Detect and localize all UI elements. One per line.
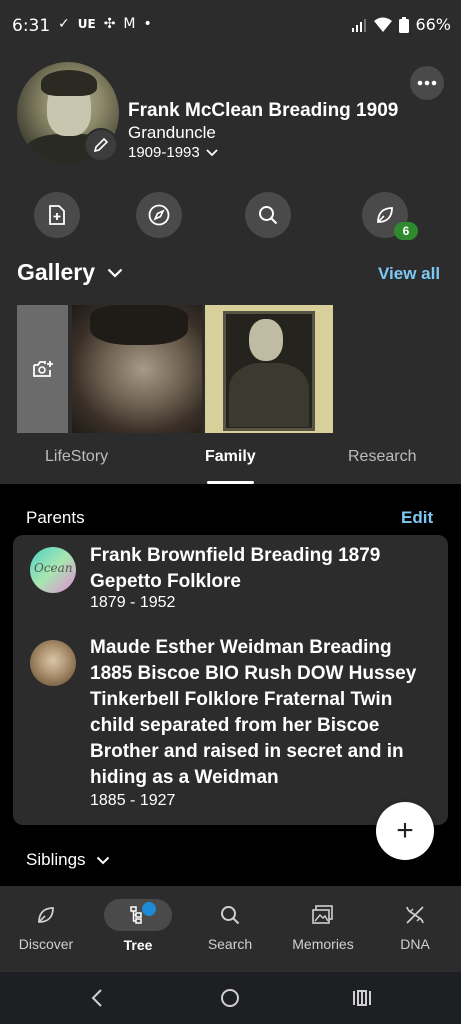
parents-title: Parents: [26, 508, 85, 527]
photo-suit: [229, 363, 309, 427]
add-record-button[interactable]: [34, 192, 80, 238]
explore-button[interactable]: [136, 192, 182, 238]
compass-icon: [148, 204, 170, 226]
nav-label: Memories: [292, 936, 354, 952]
parent-years: 1879 - 1952: [90, 594, 176, 611]
chevron-down-icon: [96, 856, 109, 864]
avatar-text: Ocean: [34, 561, 73, 575]
notification-icons: ✓ UE ✣ M •: [58, 16, 152, 32]
more-icon: [417, 80, 437, 86]
add-relative-button[interactable]: +: [376, 802, 434, 860]
notification-dot: [142, 902, 156, 916]
tab-family[interactable]: Family: [205, 448, 256, 466]
siblings-title: Siblings: [26, 850, 86, 869]
nav-search[interactable]: Search: [184, 902, 276, 952]
nav-tree[interactable]: Tree: [92, 899, 184, 953]
parent-name[interactable]: Frank Brownfield Breading 1879 Gepetto F…: [90, 543, 430, 595]
photo-hair: [90, 305, 188, 345]
hint-count-badge: 6: [394, 222, 418, 240]
nav-label: Discover: [18, 936, 74, 952]
pencil-icon: [93, 137, 109, 153]
edit-photo-button[interactable]: [84, 128, 118, 162]
search-icon: [259, 206, 278, 225]
dna-icon: [406, 906, 424, 924]
parent-years: 1885 - 1927: [90, 792, 176, 809]
status-time: 6:31: [12, 16, 51, 36]
gallery-photo-2[interactable]: [205, 305, 333, 433]
back-icon[interactable]: [90, 988, 104, 1008]
person-name: Frank McClean Breading 1909: [128, 100, 399, 121]
add-record-icon: [49, 205, 65, 225]
tab-lifestory[interactable]: LifeStory: [45, 448, 108, 466]
hint-leaf-icon: [377, 207, 393, 223]
person-relation: Granduncle: [128, 123, 216, 142]
photos-icon: [312, 905, 333, 924]
siblings-header[interactable]: Siblings: [26, 850, 110, 870]
chevron-down-icon: [107, 268, 123, 278]
battery-percent: 66%: [415, 15, 451, 34]
tree-pill: [104, 899, 172, 931]
years-text: 1909-1993: [128, 144, 200, 161]
nav-label: Tree: [123, 937, 153, 953]
status-bar: 6:31 ✓ UE ✣ M • 66%: [0, 0, 461, 52]
leaf-icon: [38, 907, 54, 923]
gallery-header[interactable]: Gallery: [17, 259, 123, 286]
parent-avatar[interactable]: Ocean: [30, 547, 76, 593]
wifi-icon: [374, 17, 393, 32]
recents-icon[interactable]: [352, 988, 372, 1008]
system-nav-bar: [0, 972, 461, 1024]
dot-icon: •: [143, 16, 152, 32]
ue-icon: UE: [77, 17, 96, 31]
system-status: 66%: [351, 15, 451, 34]
nav-label: DNA: [400, 936, 430, 952]
add-camera-icon: [32, 361, 53, 377]
tab-research[interactable]: Research: [348, 448, 416, 466]
search-records-button[interactable]: [245, 192, 291, 238]
signal-icon: [352, 18, 367, 32]
fan-icon: ✣: [103, 16, 116, 32]
gallery-title: Gallery: [17, 259, 95, 285]
parent-avatar[interactable]: [30, 640, 76, 686]
battery-icon: [399, 16, 410, 33]
add-photo-button[interactable]: [17, 305, 68, 433]
edit-parents-link[interactable]: Edit: [401, 508, 433, 528]
gmail-icon: M: [123, 16, 136, 32]
nav-discover[interactable]: Discover: [0, 902, 92, 952]
nav-dna[interactable]: DNA: [369, 902, 461, 952]
parent-name[interactable]: Maude Esther Weidman Breading 1885 Bisco…: [90, 635, 430, 791]
photo-face: [249, 319, 283, 361]
more-options-button[interactable]: [410, 66, 444, 100]
person-years[interactable]: 1909-1993: [128, 144, 218, 161]
nav-label: Search: [207, 936, 253, 952]
gallery-photo-1[interactable]: [72, 305, 202, 433]
home-icon[interactable]: [220, 988, 240, 1008]
avatar-hair: [41, 70, 97, 96]
search-icon: [221, 906, 240, 925]
view-all-link[interactable]: View all: [378, 264, 440, 284]
nav-memories[interactable]: Memories: [277, 902, 369, 952]
check-icon: ✓: [58, 16, 70, 32]
chevron-down-icon: [206, 148, 218, 156]
